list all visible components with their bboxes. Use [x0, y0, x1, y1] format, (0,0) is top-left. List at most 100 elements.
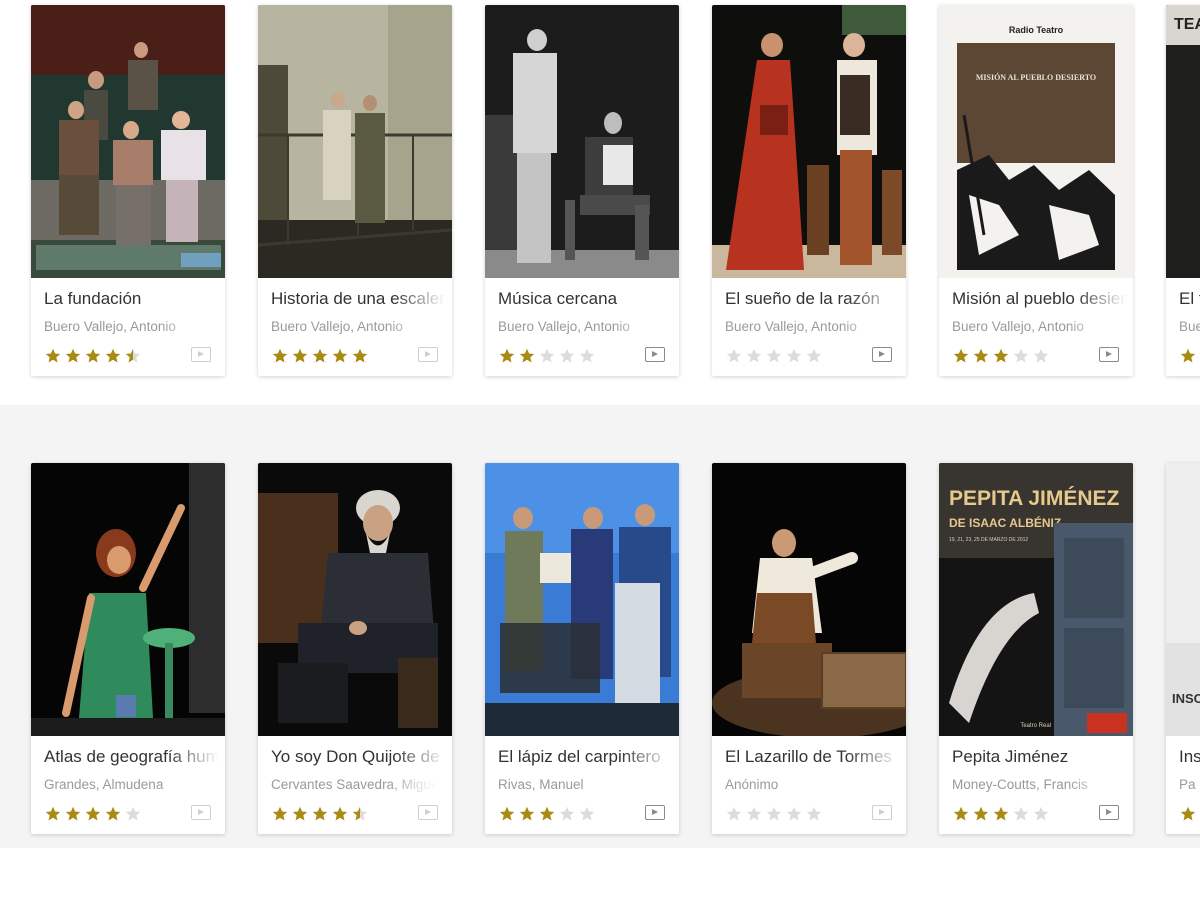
star-filled-icon: [499, 806, 515, 821]
star-empty-icon: [726, 806, 742, 821]
poster-title-text: INSO: [1172, 691, 1200, 706]
star-empty-icon: [766, 806, 782, 821]
star-filled-icon: [1180, 806, 1196, 821]
rating-stars: [953, 806, 1049, 822]
star-filled-icon: [65, 348, 81, 363]
play-icon[interactable]: [872, 805, 892, 820]
play-card-la-fundacion[interactable]: La fundación Buero Vallejo, Antonio: [31, 5, 225, 376]
play-card-pepita-jimenez[interactable]: PEPITA JIMÉNEZ DE ISAAC ALBÉNIZ 19, 21, …: [939, 463, 1133, 834]
card-title[interactable]: El Lazarillo de Tormes: [725, 747, 900, 767]
play-card-historia-de-una-escalera[interactable]: Historia de una escalera Buero Vallejo, …: [258, 5, 452, 376]
cover-image[interactable]: [712, 5, 906, 278]
card-title[interactable]: Yo soy Don Quijote de la Mancha: [271, 747, 446, 767]
star-empty-icon: [579, 806, 595, 821]
star-empty-icon: [746, 806, 762, 821]
card-author[interactable]: Pa: [1179, 777, 1200, 792]
star-filled-icon: [519, 806, 535, 821]
play-icon[interactable]: [645, 347, 665, 362]
play-icon[interactable]: [645, 805, 665, 820]
cover-image[interactable]: [485, 463, 679, 736]
star-empty-icon: [786, 348, 802, 363]
poster-logo-text: Teatro Real: [1020, 723, 1051, 729]
card-author[interactable]: Rivas, Manuel: [498, 777, 663, 792]
star-empty-icon: [1013, 806, 1029, 821]
rating-stars: [45, 806, 141, 822]
star-empty-icon: [806, 348, 822, 363]
play-icon[interactable]: [1099, 347, 1119, 362]
star-filled-icon: [272, 348, 288, 363]
play-icon[interactable]: [418, 347, 438, 362]
star-filled-icon: [65, 806, 81, 821]
card-author[interactable]: Money-Coutts, Francis: [952, 777, 1117, 792]
star-empty-icon: [1013, 348, 1029, 363]
rating-stars: [272, 806, 368, 822]
card-author[interactable]: Grandes, Almudena: [44, 777, 209, 792]
star-filled-icon: [272, 806, 288, 821]
star-empty-icon: [766, 348, 782, 363]
rating-stars: [45, 348, 141, 364]
card-author[interactable]: Buero Vallejo, Antonio: [44, 319, 209, 334]
play-card-yo-soy-don-quijote[interactable]: Yo soy Don Quijote de la Mancha Cervante…: [258, 463, 452, 834]
poster-header-text: TEA: [1174, 16, 1200, 33]
rating-stars: [953, 348, 1049, 364]
rating-stars: [499, 806, 595, 822]
play-card-el-sueno-de-la-razon[interactable]: El sueño de la razón Buero Vallejo, Anto…: [712, 5, 906, 376]
catalog-row-2: Atlas de geografía humana Grandes, Almud…: [0, 405, 1200, 848]
star-empty-icon: [539, 348, 555, 363]
card-author[interactable]: Anónimo: [725, 777, 890, 792]
star-filled-icon: [993, 806, 1009, 821]
card-title[interactable]: Misión al pueblo desierto: [952, 289, 1127, 309]
star-empty-icon: [806, 806, 822, 821]
play-card-atlas-de-geografia-humana[interactable]: Atlas de geografía humana Grandes, Almud…: [31, 463, 225, 834]
card-title[interactable]: Ins: [1179, 747, 1200, 767]
card-title[interactable]: La fundación: [44, 289, 219, 309]
play-card-partial-2[interactable]: INSO Ins Pa: [1166, 463, 1200, 834]
play-card-mision-al-pueblo-desierto[interactable]: Radio Teatro MISIÓN AL PUEBLO DESIERTO M…: [939, 5, 1133, 376]
play-icon[interactable]: [191, 805, 211, 820]
cover-image[interactable]: INSO: [1166, 463, 1200, 736]
cover-image[interactable]: [258, 463, 452, 736]
card-author[interactable]: Buero Vallejo, Antonio: [271, 319, 436, 334]
play-card-musica-cercana[interactable]: Música cercana Buero Vallejo, Antonio: [485, 5, 679, 376]
cover-image[interactable]: PEPITA JIMÉNEZ DE ISAAC ALBÉNIZ 19, 21, …: [939, 463, 1133, 736]
card-title[interactable]: Pepita Jiménez: [952, 747, 1127, 767]
star-filled-icon: [85, 348, 101, 363]
card-title[interactable]: El t: [1179, 289, 1200, 309]
star-filled-icon: [85, 806, 101, 821]
card-author[interactable]: Buero Vallejo, Antonio: [725, 319, 890, 334]
cover-image[interactable]: [31, 463, 225, 736]
play-card-el-lapiz-del-carpintero[interactable]: El lápiz del carpintero Rivas, Manuel: [485, 463, 679, 834]
play-card-partial-1[interactable]: TEA El t Bue: [1166, 5, 1200, 376]
card-title[interactable]: Atlas de geografía humana: [44, 747, 219, 767]
star-empty-icon: [746, 348, 762, 363]
star-filled-icon: [1180, 348, 1196, 363]
star-empty-icon: [1033, 348, 1049, 363]
play-icon[interactable]: [872, 347, 892, 362]
play-icon[interactable]: [1099, 805, 1119, 820]
card-author[interactable]: Buero Vallejo, Antonio: [952, 319, 1117, 334]
play-card-el-lazarillo-de-tormes[interactable]: El Lazarillo de Tormes Anónimo: [712, 463, 906, 834]
star-filled-icon: [332, 348, 348, 363]
card-author[interactable]: Buero Vallejo, Antonio: [498, 319, 663, 334]
play-icon[interactable]: [191, 347, 211, 362]
card-title[interactable]: Música cercana: [498, 289, 673, 309]
star-filled-icon: [973, 348, 989, 363]
poster-title-text: MISIÓN AL PUEBLO DESIERTO: [976, 72, 1096, 82]
card-title[interactable]: El sueño de la razón: [725, 289, 900, 309]
card-title[interactable]: El lápiz del carpintero: [498, 747, 673, 767]
card-author[interactable]: Bue: [1179, 319, 1200, 334]
card-author[interactable]: Cervantes Saavedra, Miguel de: [271, 777, 436, 792]
play-icon[interactable]: [418, 805, 438, 820]
cover-image[interactable]: [485, 5, 679, 278]
star-empty-icon: [559, 348, 575, 363]
star-filled-icon: [973, 806, 989, 821]
star-empty-icon: [559, 806, 575, 821]
card-title[interactable]: Historia de una escalera: [271, 289, 446, 309]
cover-image[interactable]: [712, 463, 906, 736]
star-filled-icon: [292, 806, 308, 821]
star-filled-icon: [332, 806, 348, 821]
cover-image[interactable]: TEA: [1166, 5, 1200, 278]
cover-image[interactable]: [31, 5, 225, 278]
cover-image[interactable]: Radio Teatro MISIÓN AL PUEBLO DESIERTO: [939, 5, 1133, 278]
cover-image[interactable]: [258, 5, 452, 278]
